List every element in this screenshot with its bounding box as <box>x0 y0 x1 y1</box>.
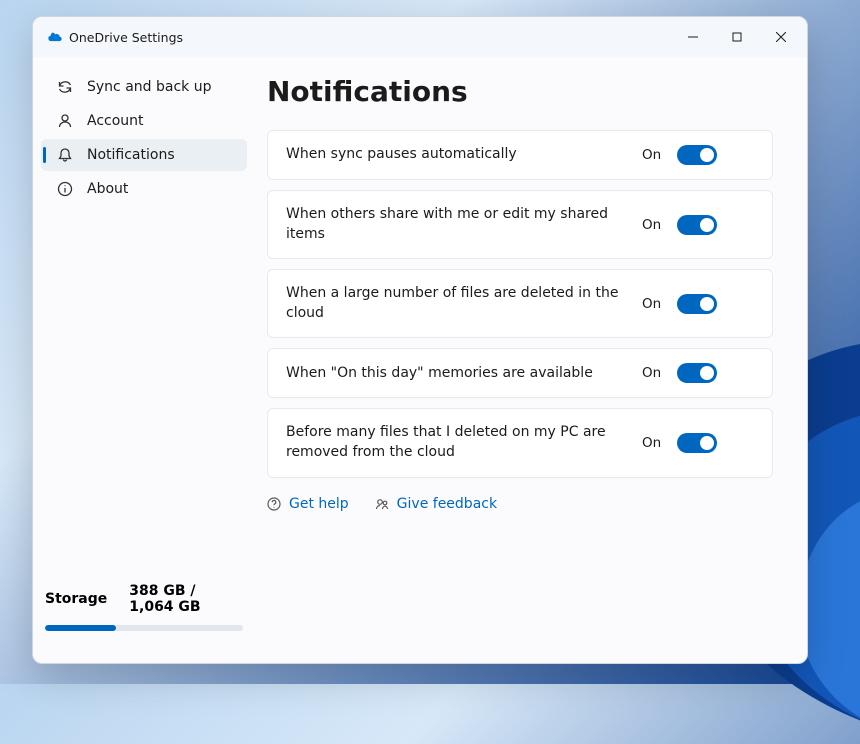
sidebar: Sync and back up Account <box>33 57 255 663</box>
toggle-files-deleted-cloud[interactable] <box>677 294 717 314</box>
maximize-button[interactable] <box>715 17 759 57</box>
account-icon <box>57 113 73 129</box>
feedback-icon <box>375 497 389 511</box>
setting-label: When sync pauses automatically <box>286 145 626 165</box>
setting-label: When a large number of files are deleted… <box>286 284 626 323</box>
onedrive-settings-window: OneDrive Settings <box>32 16 808 664</box>
storage-bar <box>45 625 243 631</box>
setting-label: When "On this day" memories are availabl… <box>286 364 626 384</box>
main-pane: Notifications When sync pauses automatic… <box>255 57 807 663</box>
get-help-link[interactable]: Get help <box>267 496 349 512</box>
sidebar-item-sync[interactable]: Sync and back up <box>41 71 247 103</box>
setting-sync-pauses: When sync pauses automatically On <box>267 130 773 180</box>
nav-list: Sync and back up Account <box>41 71 247 205</box>
setting-label: Before many files that I deleted on my P… <box>286 423 626 462</box>
sidebar-item-label: Sync and back up <box>87 79 211 95</box>
toggle-state-text: On <box>642 296 661 312</box>
sidebar-item-label: About <box>87 181 128 197</box>
link-text: Give feedback <box>397 496 497 512</box>
toggle-state-text: On <box>642 365 661 381</box>
bell-icon <box>57 147 73 163</box>
setting-files-removed-pc: Before many files that I deleted on my P… <box>267 408 773 477</box>
storage-bar-fill <box>45 625 116 631</box>
sidebar-item-about[interactable]: About <box>41 173 247 205</box>
toggle-state-text: On <box>642 217 661 233</box>
link-text: Get help <box>289 496 349 512</box>
toggle-state-text: On <box>642 435 661 451</box>
close-button[interactable] <box>759 17 803 57</box>
setting-on-this-day: When "On this day" memories are availabl… <box>267 348 773 398</box>
sidebar-item-account[interactable]: Account <box>41 105 247 137</box>
footer-links: Get help Give feedback <box>267 496 773 512</box>
storage-caption: Storage <box>45 591 107 607</box>
setting-files-deleted-cloud: When a large number of files are deleted… <box>267 269 773 338</box>
sync-icon <box>57 79 73 95</box>
page-title: Notifications <box>267 75 773 108</box>
window-title: OneDrive Settings <box>69 30 183 45</box>
setting-label: When others share with me or edit my sha… <box>286 205 626 244</box>
setting-shared-items: When others share with me or edit my sha… <box>267 190 773 259</box>
titlebar: OneDrive Settings <box>33 17 807 57</box>
storage-block: Storage 388 GB / 1,064 GB <box>41 583 247 647</box>
toggle-shared-items[interactable] <box>677 215 717 235</box>
toggle-on-this-day[interactable] <box>677 363 717 383</box>
sidebar-item-label: Account <box>87 113 144 129</box>
sidebar-item-label: Notifications <box>87 147 175 163</box>
storage-value: 388 GB / 1,064 GB <box>129 583 243 615</box>
sidebar-item-notifications[interactable]: Notifications <box>41 139 247 171</box>
give-feedback-link[interactable]: Give feedback <box>375 496 497 512</box>
info-icon <box>57 181 73 197</box>
minimize-button[interactable] <box>671 17 715 57</box>
content-area: Sync and back up Account <box>33 57 807 663</box>
onedrive-cloud-icon <box>47 30 63 45</box>
toggle-sync-pauses[interactable] <box>677 145 717 165</box>
toggle-state-text: On <box>642 147 661 163</box>
window-controls <box>671 17 803 57</box>
help-icon <box>267 497 281 511</box>
toggle-files-removed-pc[interactable] <box>677 433 717 453</box>
